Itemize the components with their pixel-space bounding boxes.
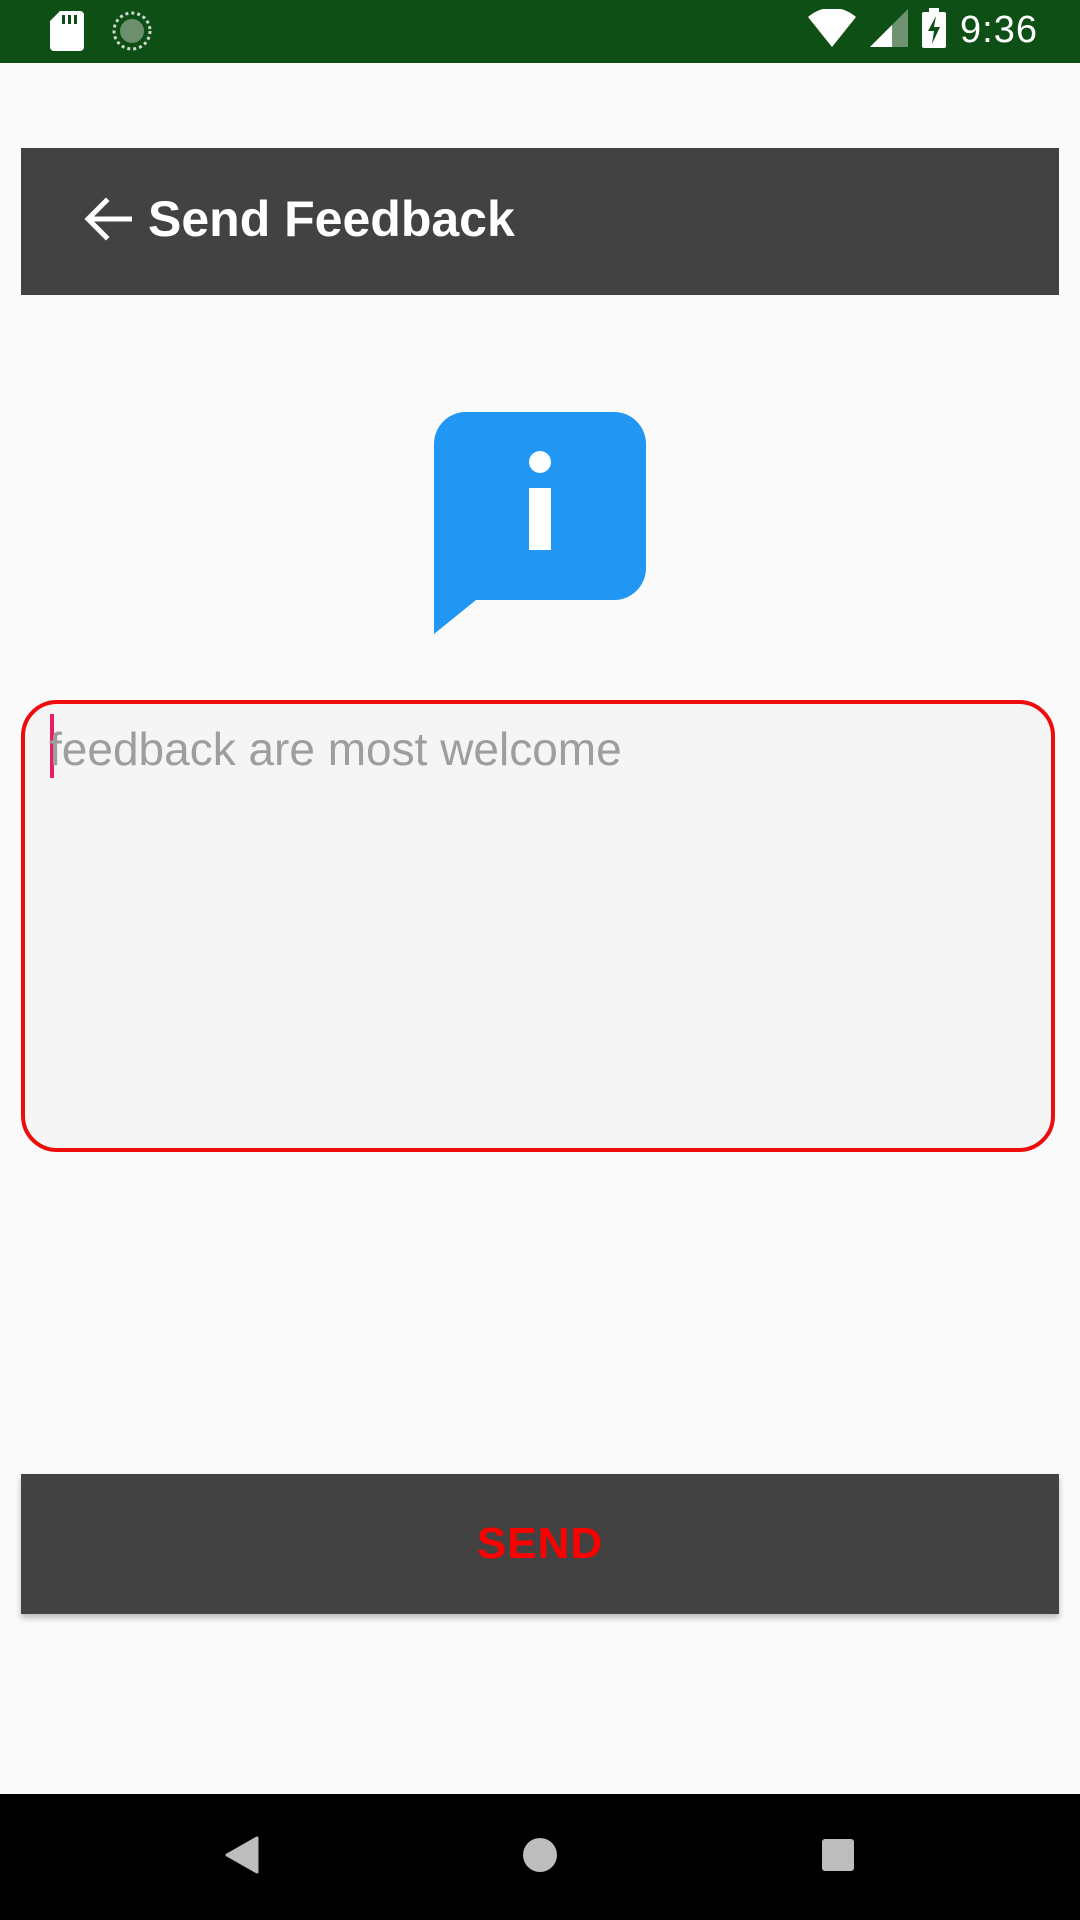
status-bar: 9:36 <box>0 0 1080 63</box>
arrow-back-icon <box>84 196 133 246</box>
nav-recents-icon <box>822 1838 854 1876</box>
nav-back-button[interactable] <box>212 1827 272 1887</box>
status-time: 9:36 <box>960 9 1038 51</box>
feedback-box <box>21 700 1055 1152</box>
info-chat-bubble-icon <box>433 411 646 634</box>
system-nav-bar <box>0 1794 1080 1920</box>
nav-back-icon <box>225 1836 259 1879</box>
sd-card-icon <box>50 11 84 56</box>
feedback-screen: 9:36 Send Feedback SEND <box>0 0 1080 1920</box>
send-button[interactable]: SEND <box>21 1474 1059 1614</box>
app-bar: Send Feedback <box>21 148 1059 295</box>
status-left-icons <box>50 11 152 56</box>
nav-home-button[interactable] <box>510 1827 570 1887</box>
battery-charging-icon <box>922 8 947 53</box>
signal-icon <box>870 9 909 52</box>
nav-recents-button[interactable] <box>808 1827 868 1887</box>
status-right-icons: 9:36 <box>808 7 1038 53</box>
send-button-label: SEND <box>476 1519 604 1568</box>
page-title: Send Feedback <box>148 191 515 247</box>
sync-icon <box>112 11 152 56</box>
wifi-icon <box>808 7 857 52</box>
nav-home-icon <box>522 1837 558 1878</box>
feedback-input[interactable] <box>49 718 1029 1128</box>
back-button[interactable] <box>79 192 137 250</box>
